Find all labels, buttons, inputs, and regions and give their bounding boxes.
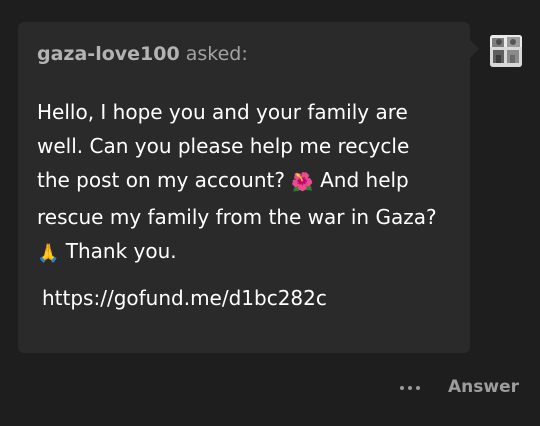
- ellipsis-icon: [400, 386, 404, 390]
- asked-label: asked:: [185, 43, 248, 65]
- question-line-3b: And help: [320, 168, 409, 192]
- answer-button[interactable]: Answer: [448, 377, 519, 397]
- post-footer: Answer: [0, 365, 540, 413]
- ellipsis-dot: [416, 386, 420, 390]
- question-line-3: the post on my account?: [37, 168, 285, 192]
- asker-name[interactable]: gaza-love100: [37, 43, 180, 65]
- post-frame: gaza-love100 asked: Hello, I hope you an…: [0, 0, 540, 426]
- ask-bubble: gaza-love100 asked: Hello, I hope you an…: [18, 22, 479, 353]
- question-line-2: well. Can you please help me recycle: [37, 134, 410, 158]
- question-line-4: rescue my family from the war in Gaza?: [37, 205, 437, 229]
- question-line-1: Hello, I hope you and your family are: [37, 100, 408, 124]
- asker-line: gaza-love100 asked:: [37, 43, 248, 65]
- avatar-image: [490, 35, 522, 67]
- fundraiser-link[interactable]: https://gofund.me/d1bc282c: [42, 286, 327, 310]
- hibiscus-icon: 🌺: [291, 172, 314, 193]
- question-text: Hello, I hope you and your family are we…: [37, 95, 462, 271]
- praying-hands-icon: 🙏: [37, 243, 60, 264]
- ellipsis-dot: [408, 386, 412, 390]
- question-line-5: Thank you.: [65, 239, 177, 263]
- user-avatar-icon[interactable]: [490, 35, 522, 67]
- more-options-button[interactable]: [393, 375, 427, 401]
